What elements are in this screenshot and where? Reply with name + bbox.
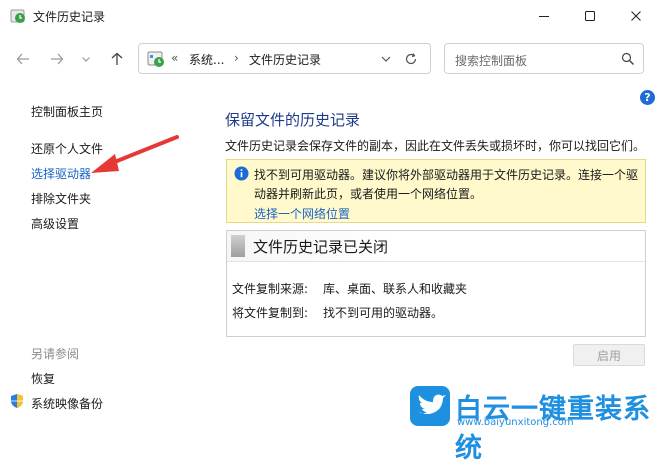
address-overflow[interactable]: « <box>171 51 178 65</box>
see-also-heading: 另请参阅 <box>31 347 80 361</box>
refresh-icon[interactable] <box>404 52 418 66</box>
forward-button[interactable] <box>46 46 68 72</box>
address-bar[interactable]: « 系统... › 文件历史记录 <box>138 43 431 74</box>
minimize-button[interactable] <box>521 0 567 32</box>
up-arrow-icon <box>111 52 123 65</box>
red-arrow-annotation-icon <box>91 135 179 173</box>
watermark-url: www.baiyunxitong.com <box>457 417 574 428</box>
breadcrumb-file-history[interactable]: 文件历史记录 <box>249 51 321 68</box>
bird-logo-icon <box>409 385 451 427</box>
alert-message: 找不到可用驱动器。建议你将外部驱动器用于文件历史记录。连接一个驱动器并刷新此页，… <box>254 168 639 201</box>
search-box[interactable]: 搜索控制面板 <box>444 43 644 74</box>
forward-arrow-icon <box>51 53 64 65</box>
status-header: 文件历史记录已关闭 <box>227 231 645 262</box>
address-dropdown-chevron-icon[interactable] <box>380 53 392 65</box>
copy-to-value: 找不到可用的驱动器。 <box>323 306 444 320</box>
close-button[interactable] <box>613 0 659 32</box>
advanced-settings-link[interactable]: 高级设置 <box>31 215 79 232</box>
shield-icon <box>9 393 25 409</box>
up-button[interactable] <box>106 46 128 72</box>
copy-from-label: 文件复制来源: <box>232 282 309 296</box>
page-title: 保留文件的历史记录 <box>225 111 361 129</box>
system-image-backup-link[interactable]: 系统映像备份 <box>31 395 103 412</box>
search-icon[interactable] <box>621 52 635 66</box>
status-title: 文件历史记录已关闭 <box>253 238 389 256</box>
no-drive-alert: 找不到可用驱动器。建议你将外部驱动器用于文件历史记录。连接一个驱动器并刷新此页，… <box>226 159 646 223</box>
copy-from-value: 库、桌面、联系人和收藏夹 <box>323 282 468 296</box>
file-history-status-panel: 文件历史记录已关闭 文件复制来源: 库、桌面、联系人和收藏夹 将文件复制到: 找… <box>226 230 646 337</box>
watermark: 白云一键重装系统 www.baiyunxitong.com <box>405 383 660 464</box>
enable-button[interactable]: 启用 <box>573 344 645 366</box>
search-placeholder[interactable]: 搜索控制面板 <box>455 52 527 69</box>
control-panel-icon <box>147 50 165 68</box>
control-panel-home-link[interactable]: 控制面板主页 <box>31 103 103 120</box>
recovery-link[interactable]: 恢复 <box>31 370 55 387</box>
copy-to-label: 将文件复制到: <box>232 306 309 320</box>
page-description: 文件历史记录会保存文件的副本，因此在文件丢失或损坏时，你可以找回它们。 <box>225 139 646 153</box>
breadcrumb-separator: › <box>234 51 239 65</box>
back-button[interactable] <box>12 46 34 72</box>
info-icon <box>234 166 249 181</box>
select-network-location-link[interactable]: 选择一个网络位置 <box>254 205 350 222</box>
maximize-button[interactable] <box>567 0 613 32</box>
back-arrow-icon <box>16 53 29 65</box>
select-drive-link[interactable]: 选择驱动器 <box>31 165 91 182</box>
recent-locations-dropdown[interactable] <box>78 46 94 72</box>
breadcrumb-system[interactable]: 系统... <box>189 51 224 68</box>
help-icon[interactable]: ? <box>640 90 655 105</box>
window-title: 文件历史记录 <box>33 10 106 24</box>
status-indicator-bar <box>231 235 245 257</box>
chevron-down-icon <box>82 57 90 62</box>
file-history-app-icon <box>10 8 26 24</box>
exclude-folders-link[interactable]: 排除文件夹 <box>31 190 91 207</box>
